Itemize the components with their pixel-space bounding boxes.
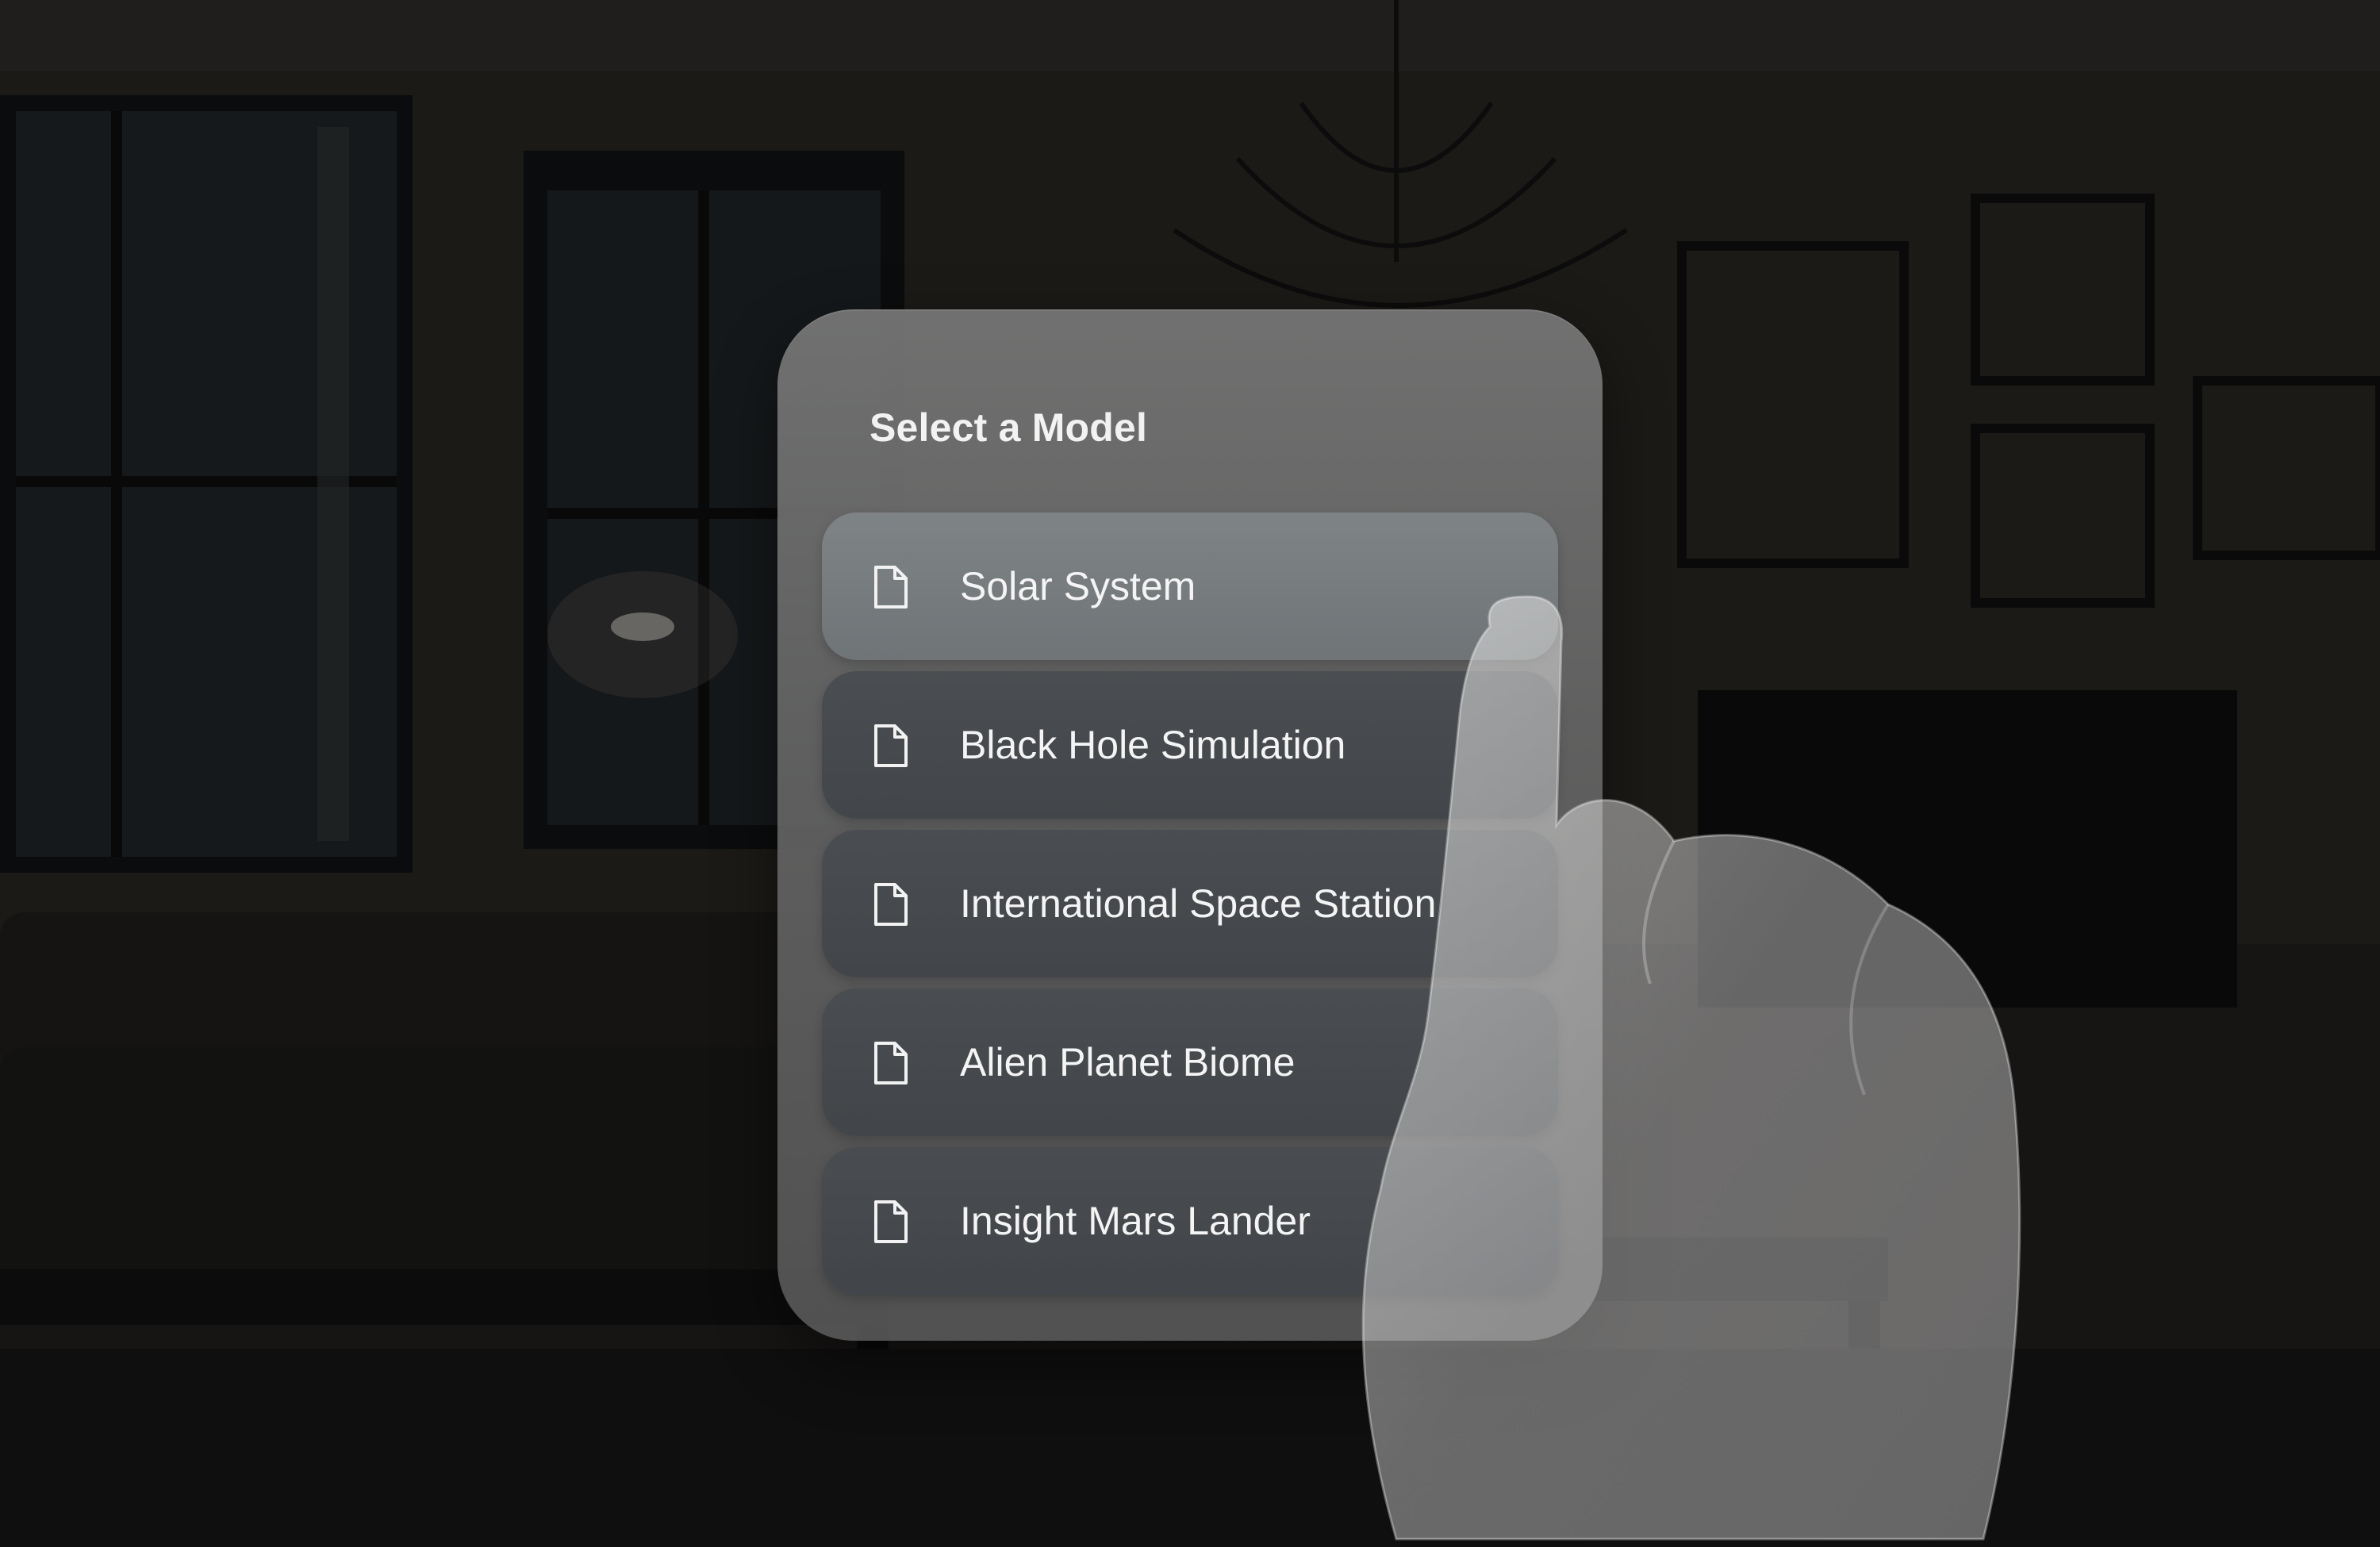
file-icon (874, 883, 908, 926)
model-item-solar-system[interactable]: Solar System (822, 512, 1558, 660)
file-icon (874, 1200, 908, 1243)
model-item-international-space-station[interactable]: International Space Station (822, 830, 1558, 977)
model-label: Insight Mars Lander (960, 1199, 1311, 1243)
model-list: Solar System Black Hole Simulation Inter… (822, 512, 1558, 1306)
model-label: International Space Station (960, 881, 1437, 926)
model-item-alien-planet-biome[interactable]: Alien Planet Biome (822, 988, 1558, 1136)
file-icon (874, 566, 908, 608)
model-item-insight-mars-lander[interactable]: Insight Mars Lander (822, 1147, 1558, 1295)
model-label: Black Hole Simulation (960, 723, 1346, 767)
file-icon (874, 724, 908, 767)
model-label: Solar System (960, 564, 1196, 608)
model-item-black-hole-simulation[interactable]: Black Hole Simulation (822, 671, 1558, 819)
model-selector-panel: Select a Model Solar System Black Hole S… (777, 309, 1603, 1341)
model-label: Alien Planet Biome (960, 1040, 1296, 1084)
panel-title: Select a Model (869, 405, 1148, 450)
file-icon (874, 1042, 908, 1084)
